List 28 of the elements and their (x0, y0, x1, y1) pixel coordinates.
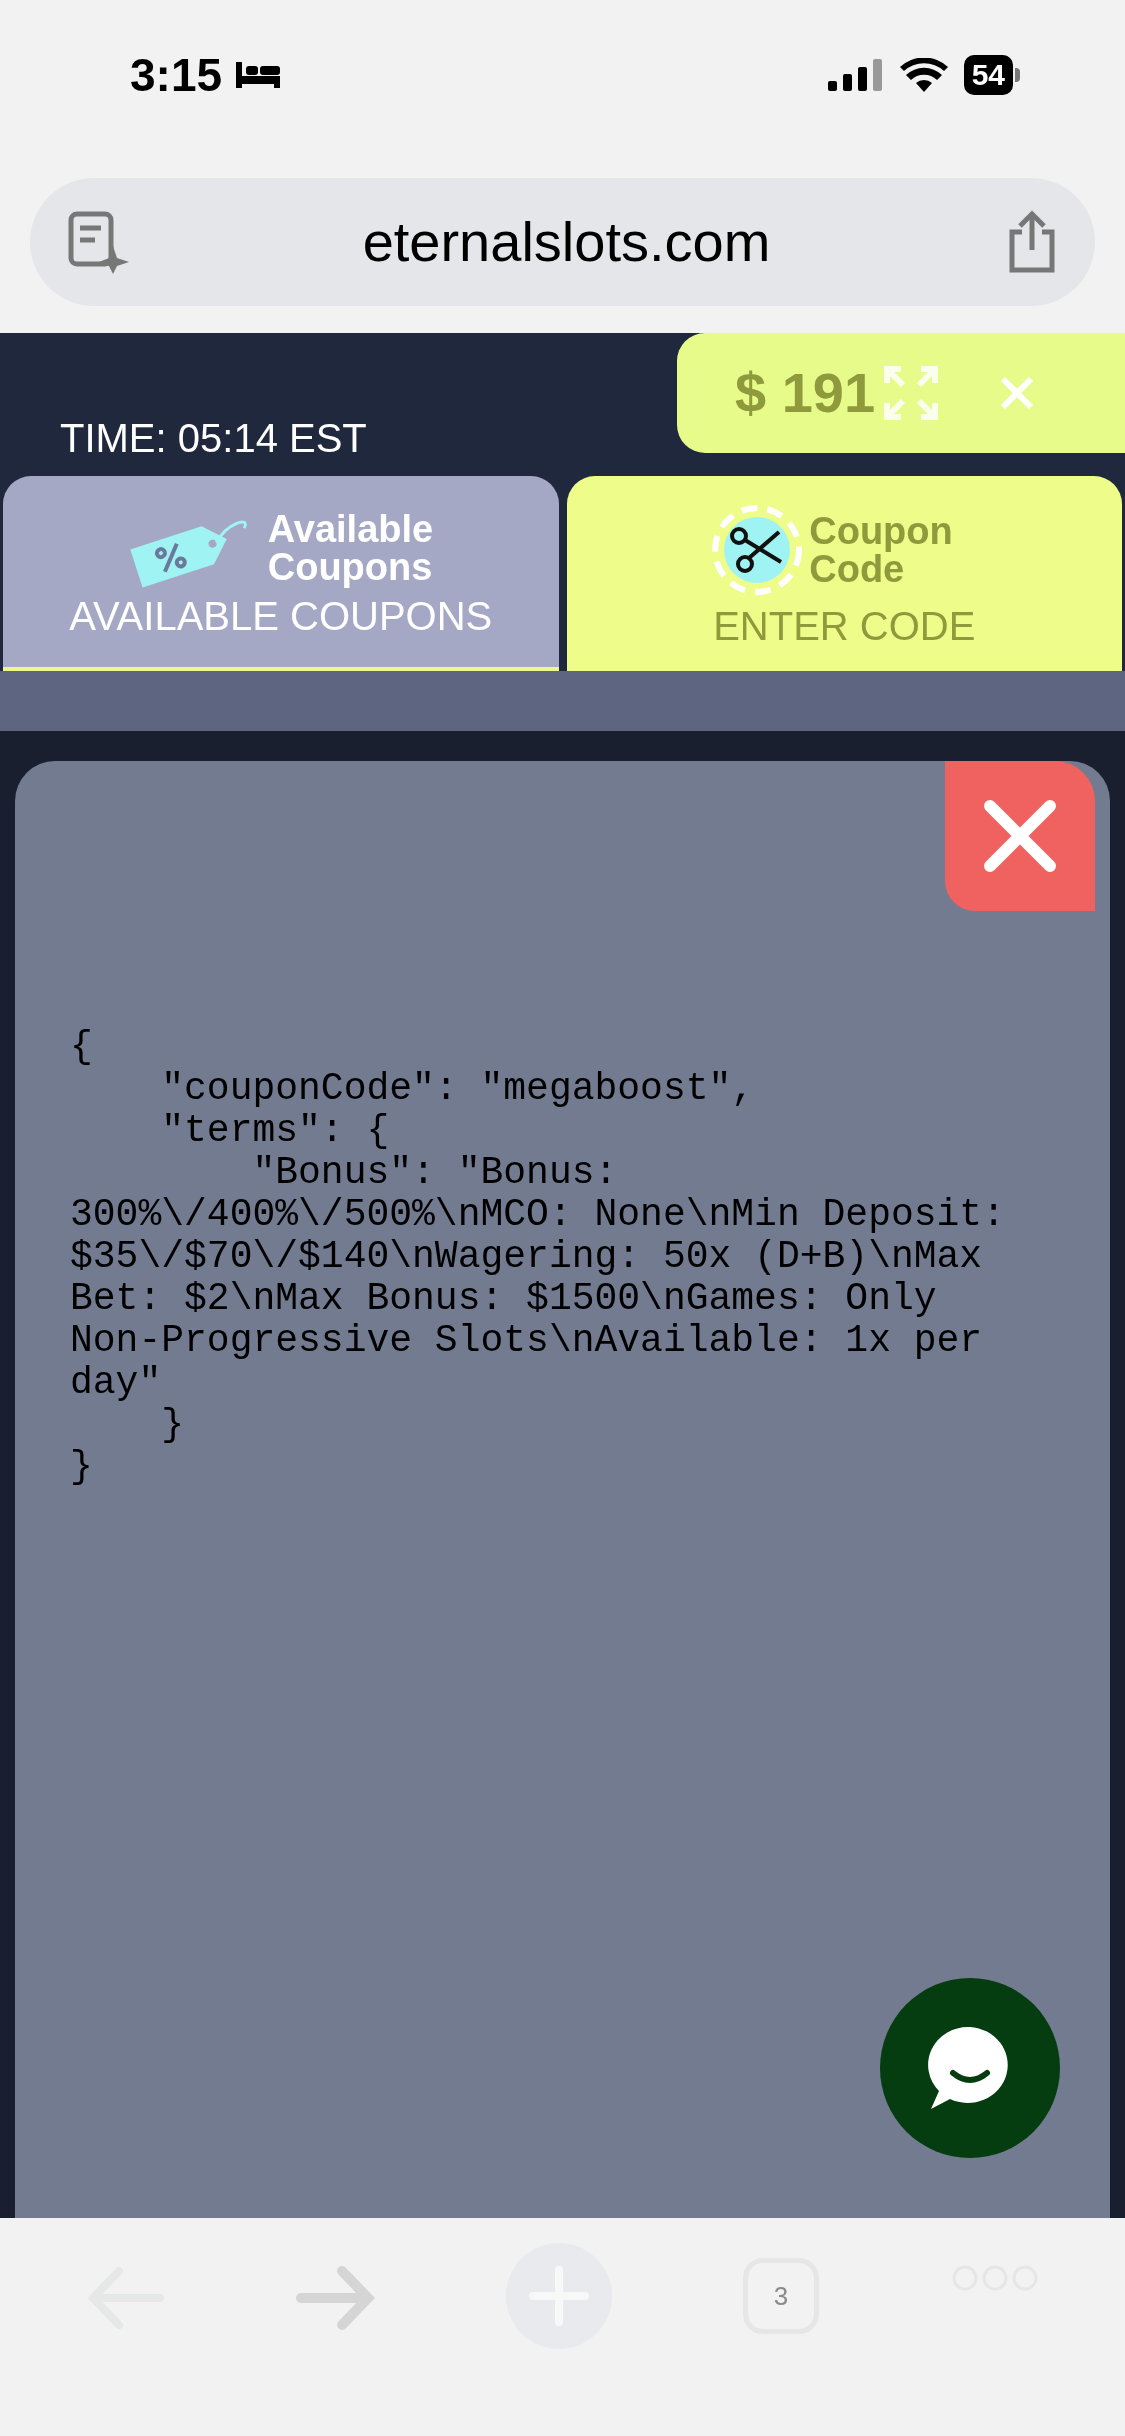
time-label: TIME: 05:14 EST (60, 418, 367, 458)
close-icon[interactable] (999, 375, 1036, 411)
wifi-icon (899, 58, 948, 92)
battery-level: 54 (963, 55, 1013, 95)
code-line: day" (70, 1362, 163, 1404)
forward-arrow-icon[interactable] (295, 2263, 376, 2333)
balance-amount: $ 191 (735, 365, 876, 421)
code-line: 300%\/400%\/500%\nMCO: None\nMin Deposit: (70, 1194, 1006, 1236)
address-bar[interactable]: eternalslots.com (30, 177, 1095, 306)
code-line: Non-Progressive Slots\nAvailable: 1x per (70, 1320, 984, 1362)
code-line: "couponCode": "megaboost", (160, 1068, 756, 1110)
code-line: Bet: $2\nMax Bonus: $1500\nGames: Only (70, 1278, 938, 1320)
bed-icon (234, 60, 283, 90)
code-line: { (70, 1026, 94, 1068)
coupon-tab[interactable]: Coupon Code ENTER CODE (566, 476, 1122, 671)
code-line: "terms": { (160, 1110, 391, 1152)
code-line: "Bonus": "Bonus: (251, 1152, 619, 1194)
coupon-tab[interactable]: Available Coupons AVAILABLE COUPONS (3, 476, 559, 671)
tabs-button[interactable]: 3 (743, 2258, 820, 2334)
code-line: } (160, 1404, 186, 1446)
clock-time: 3:15 (130, 47, 223, 103)
close-icon (984, 800, 1056, 872)
code-line: $35\/$70\/$140\nWagering: 50x (D+B)\nMax (70, 1236, 984, 1278)
signal-icon (827, 59, 884, 91)
url-text: eternalslots.com (361, 208, 772, 275)
code-line: } (70, 1446, 94, 1488)
expand-icon[interactable] (883, 365, 940, 421)
close-button[interactable] (945, 761, 1095, 911)
